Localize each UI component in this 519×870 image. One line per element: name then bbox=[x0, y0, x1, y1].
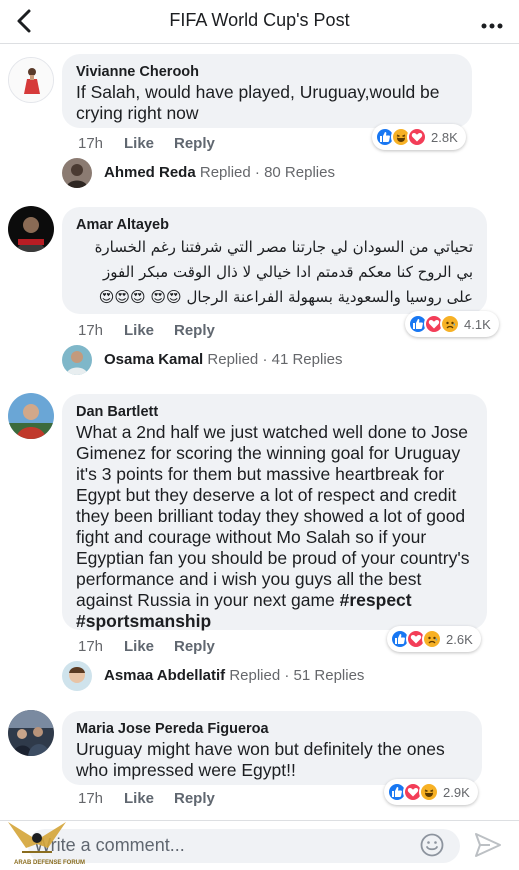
comment-text-line: على روسيا والسعودية بسهولة الفراعنة الرج… bbox=[98, 288, 473, 306]
reply-button[interactable]: Reply bbox=[174, 322, 215, 339]
sad-reaction-icon bbox=[440, 314, 460, 334]
reply-avatar bbox=[62, 661, 92, 691]
reply-author: Ahmed Reda bbox=[104, 164, 196, 181]
avatar[interactable] bbox=[8, 57, 54, 103]
reaction-count: 2.9K bbox=[443, 784, 470, 800]
send-icon bbox=[475, 833, 501, 857]
reaction-summary[interactable]: 4.1K bbox=[405, 311, 499, 337]
replies-link[interactable]: Ahmed Reda Replied · 80 Replies bbox=[62, 158, 392, 190]
reply-button[interactable]: Reply bbox=[174, 790, 215, 807]
comment-text: If Salah, would have played, Uruguay,wou… bbox=[76, 82, 440, 123]
like-button[interactable]: Like bbox=[124, 135, 154, 152]
comment-actions: 17h Like Reply bbox=[78, 135, 238, 153]
comment-text: Uruguay might have won but definitely th… bbox=[76, 739, 445, 780]
comment-actions: 17h Like Reply bbox=[78, 322, 238, 340]
reply-author: Asmaa Abdellatif bbox=[104, 667, 226, 684]
watermark-text: ARAB DEFENSE FORUM bbox=[14, 860, 86, 866]
smiley-icon bbox=[420, 833, 444, 857]
more-dots-icon bbox=[481, 23, 503, 29]
comment-text: What a 2nd half we just watched well don… bbox=[76, 422, 470, 631]
reaction-count: 4.1K bbox=[464, 316, 491, 332]
reaction-summary[interactable]: 2.8K bbox=[372, 124, 466, 150]
comment-author[interactable]: Amar Altayeb bbox=[76, 216, 473, 235]
comment-bubble: Vivianne Cherooh If Salah, would have pl… bbox=[62, 54, 472, 128]
sad-reaction-icon bbox=[422, 629, 442, 649]
reply-count: · 80 Replies bbox=[254, 164, 335, 181]
reply-count: · 51 Replies bbox=[284, 667, 365, 684]
haha-reaction-icon bbox=[419, 782, 439, 802]
comment-author[interactable]: Vivianne Cherooh bbox=[76, 63, 458, 82]
replied-label: Replied bbox=[199, 164, 251, 181]
comment-text-line: بي الروح كنا معكم قدمتم ادا خيالي لا ذال… bbox=[102, 263, 473, 281]
avatar[interactable] bbox=[8, 710, 54, 756]
top-bar: FIFA World Cup's Post bbox=[0, 0, 519, 44]
page-title: FIFA World Cup's Post bbox=[169, 10, 350, 30]
comment-text-line: تحياتي من السودان لي جارتنا مصر التي شرف… bbox=[94, 238, 473, 256]
comment-time: 17h bbox=[78, 790, 104, 807]
comment-actions: 17h Like Reply bbox=[78, 790, 238, 808]
like-button[interactable]: Like bbox=[124, 322, 154, 339]
reply-avatar bbox=[62, 345, 92, 375]
reply-button[interactable]: Reply bbox=[174, 638, 215, 655]
reply-button[interactable]: Reply bbox=[174, 135, 215, 152]
love-reaction-icon bbox=[407, 127, 427, 147]
comment-actions: 17h Like Reply bbox=[78, 638, 238, 656]
comment-author[interactable]: Dan Bartlett bbox=[76, 403, 473, 422]
like-button[interactable]: Like bbox=[124, 638, 154, 655]
comment-bubble: Dan Bartlett What a 2nd half we just wat… bbox=[62, 394, 487, 631]
more-button[interactable] bbox=[481, 16, 503, 29]
avatar[interactable] bbox=[8, 393, 54, 439]
reaction-summary[interactable]: 2.9K bbox=[384, 779, 478, 805]
replied-label: Replied bbox=[229, 667, 281, 684]
comment-bubble: Amar Altayeb تحياتي من السودان لي جارتنا… bbox=[62, 207, 487, 314]
reply-avatar bbox=[62, 158, 92, 188]
avatar[interactable] bbox=[8, 206, 54, 252]
emoji-button[interactable] bbox=[420, 833, 444, 857]
reaction-count: 2.8K bbox=[431, 129, 458, 145]
reaction-summary[interactable]: 2.6K bbox=[387, 626, 481, 652]
reply-author: Osama Kamal bbox=[104, 351, 204, 368]
replies-link[interactable]: Osama Kamal Replied · 41 Replies bbox=[62, 345, 392, 377]
comment-bubble: Maria Jose Pereda Figueroa Uruguay might… bbox=[62, 711, 482, 785]
comment-author[interactable]: Maria Jose Pereda Figueroa bbox=[76, 720, 468, 739]
comment-time: 17h bbox=[78, 322, 104, 339]
comment-time: 17h bbox=[78, 638, 104, 655]
reply-count: · 41 Replies bbox=[262, 351, 343, 368]
like-button[interactable]: Like bbox=[124, 790, 154, 807]
replies-link[interactable]: Asmaa Abdellatif Replied · 51 Replies bbox=[62, 661, 402, 693]
send-button[interactable] bbox=[474, 832, 502, 858]
replied-label: Replied bbox=[207, 351, 259, 368]
reaction-count: 2.6K bbox=[446, 631, 473, 647]
comment-time: 17h bbox=[78, 135, 104, 152]
